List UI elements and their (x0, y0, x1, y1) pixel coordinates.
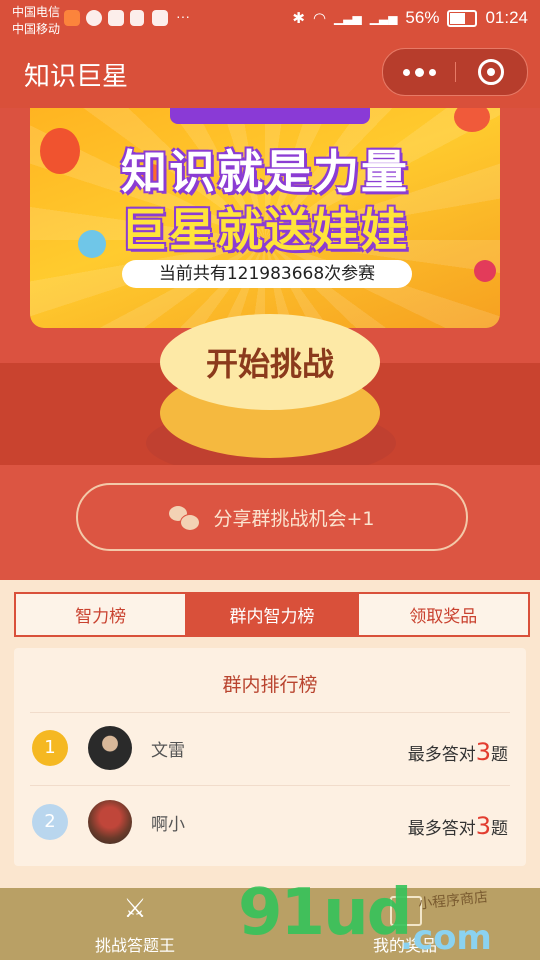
start-challenge-label: 开始挑战 (205, 345, 334, 383)
score-text: 最多答对3题 (408, 812, 508, 840)
signal-icon-2: ▁▃▅ (369, 11, 398, 25)
score-suffix: 题 (491, 745, 508, 765)
battery-icon (447, 9, 478, 27)
notification-icon (108, 10, 124, 26)
key-icon (130, 10, 144, 26)
banner-subheadline: 巨星就送娃娃 (121, 203, 409, 257)
share-group-button[interactable]: 分享群挑战机会+1 (76, 483, 468, 551)
message-icon (86, 10, 102, 26)
notification-app-icon (64, 10, 80, 26)
score-text: 最多答对3题 (408, 738, 508, 766)
promo-banner: 知识就是力量 巨星就送娃娃 当前共有121983668次参赛 (30, 108, 500, 328)
ranking-title: 群内排行榜 (222, 674, 318, 696)
tab-leaderboard[interactable]: 智力榜 (16, 594, 188, 635)
decor-balloon (40, 128, 80, 174)
target-icon (478, 59, 504, 85)
clock: 01:24 (485, 8, 528, 27)
nav-header: 知识巨星 (0, 40, 540, 108)
carrier-secondary: 中国移动 (12, 22, 61, 36)
more-notifications-icon: ··· (176, 8, 190, 24)
user-name: 文雷 (151, 741, 185, 761)
battery-percent: 56% (405, 8, 440, 27)
rank-badge: 1 (32, 730, 68, 766)
wechat-icon (169, 504, 201, 531)
status-bar: 中国电信 中国移动 ··· ✱ ◠ ▁▃▅ ▁▃▅ 56% 01:24 (0, 0, 540, 40)
signal-icon: ▁▃▅ (334, 11, 362, 25)
score-prefix: 最多答对 (407, 819, 476, 839)
tab-group-leaderboard[interactable]: 群内智力榜 (187, 594, 359, 635)
user-name: 啊小 (151, 815, 185, 835)
participation-count: 当前共有121983668次参赛 (122, 260, 412, 288)
crossed-swords-icon: ⚔ (123, 894, 147, 924)
leaderboard-tabs: 智力榜 群内智力榜 领取奖品 (14, 592, 530, 637)
score-value: 3 (475, 812, 491, 840)
share-label: 分享群挑战机会+1 (213, 507, 375, 530)
miniprogram-capsule (382, 48, 528, 96)
system-indicators: ✱ ◠ ▁▃▅ ▁▃▅ 56% 01:24 (292, 8, 528, 28)
avatar (88, 726, 132, 770)
ranking-row[interactable]: 2 啊小 最多答对3题 (14, 786, 526, 860)
banner-headline: 知识就是力量 (121, 145, 409, 199)
bluetooth-icon: ✱ (292, 10, 305, 27)
score-prefix: 最多答对 (407, 745, 476, 765)
wifi-icon: ◠ (312, 10, 327, 27)
score-suffix: 题 (491, 819, 508, 839)
more-options-button[interactable] (383, 49, 455, 95)
nav-challenge[interactable]: ⚔ 挑战答题王 (0, 888, 270, 960)
hero-section: 知识就是力量 巨星就送娃娃 当前共有121983668次参赛 开始挑战 (0, 108, 540, 465)
page-title: 知识巨星 (24, 62, 129, 92)
start-challenge-button[interactable]: 开始挑战 (160, 314, 380, 410)
decor-ball (474, 260, 496, 282)
ranking-row[interactable]: 1 文雷 最多答对3题 (14, 712, 526, 786)
score-value: 3 (475, 738, 491, 766)
watermark: 91ud (238, 876, 412, 950)
notification-icon (152, 10, 168, 26)
avatar (88, 800, 132, 844)
rank-badge: 2 (32, 804, 68, 840)
banner-ribbon (170, 108, 370, 124)
close-miniprogram-button[interactable] (455, 49, 527, 95)
watermark-suffix: .com (400, 918, 492, 958)
tab-claim-prize[interactable]: 领取奖品 (359, 594, 528, 635)
ranking-card: 群内排行榜 1 文雷 最多答对3题 2 啊小 最多答对3题 (14, 648, 526, 866)
share-section: 分享群挑战机会+1 (0, 465, 540, 580)
nav-challenge-label: 挑战答题王 (94, 936, 175, 955)
carrier-primary: 中国电信 (12, 5, 61, 19)
